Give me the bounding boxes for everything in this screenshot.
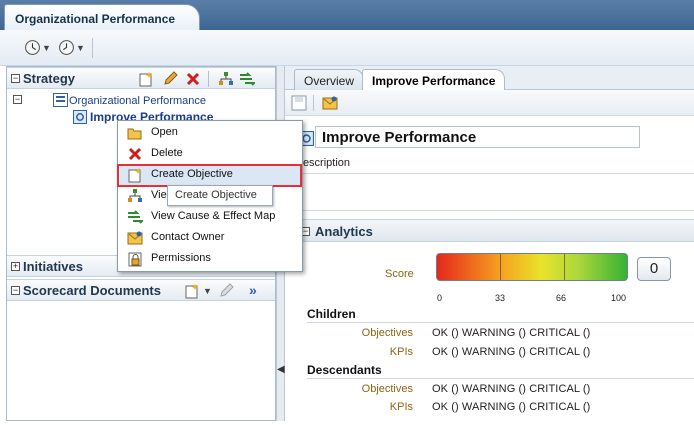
main-toolbar: ▼ ▼ — [0, 30, 694, 66]
objective-icon — [73, 110, 87, 124]
strategy-tree-icon — [128, 189, 142, 202]
chevron-down-icon[interactable]: ▼ — [203, 286, 212, 296]
contact-owner-icon — [127, 231, 143, 245]
title-tab[interactable]: Organizational Performance — [4, 4, 200, 30]
scorecard-icon — [53, 93, 68, 107]
expand-icon[interactable]: + — [11, 262, 20, 271]
tab-improve-performance[interactable]: Improve Performance — [362, 69, 506, 91]
strategy-header-label: Strategy — [23, 71, 76, 86]
gauge-scale-label: 33 — [495, 293, 506, 303]
menu-item-contact-owner[interactable]: Contact Owner — [120, 227, 300, 248]
descendants-objectives-status: OK () WARNING () CRITICAL () — [432, 383, 591, 395]
analytics-section-header[interactable]: − Analytics — [299, 219, 694, 242]
new-document-icon[interactable] — [184, 283, 200, 299]
tree-collapse-icon[interactable]: − — [13, 95, 22, 104]
edit-pencil-icon[interactable] — [162, 71, 178, 87]
cause-effect-map-icon[interactable] — [239, 71, 255, 87]
create-objective-icon[interactable] — [138, 71, 154, 87]
children-objectives-status: OK () WARNING () CRITICAL () — [432, 327, 591, 339]
strategy-section-header[interactable]: − Strategy — [7, 67, 275, 89]
menu-item-open[interactable]: Open — [120, 122, 300, 143]
objective-name-field[interactable]: Improve Performance — [315, 126, 640, 148]
descendants-kpis-label: KPIs — [389, 401, 413, 413]
descendants-kpis-status: OK () WARNING () CRITICAL () — [432, 401, 591, 413]
descendants-objectives-label: Objectives — [361, 383, 413, 395]
document-tabs: Overview Improve Performance — [285, 66, 694, 91]
menu-item-permissions[interactable]: Permissions — [120, 248, 300, 269]
menu-item-delete[interactable]: Delete — [120, 143, 300, 164]
tooltip: Create Objective — [167, 185, 273, 206]
strategy-tree-icon[interactable] — [218, 71, 234, 87]
permissions-icon — [128, 252, 142, 267]
menu-item-view-cause-effect-map[interactable]: View Cause & Effect Map — [120, 206, 300, 227]
gauge-scale-label: 0 — [437, 293, 443, 303]
save-icon[interactable] — [291, 95, 307, 111]
highlight-frame — [117, 164, 302, 187]
scorecard-documents-header-label: Scorecard Documents — [23, 283, 161, 298]
clock-forward-icon[interactable] — [58, 39, 75, 56]
collapse-icon[interactable]: − — [11, 286, 20, 295]
expand-menu-button[interactable]: » — [249, 282, 257, 298]
children-kpis-label: KPIs — [389, 346, 413, 358]
descendants-header: Descendants — [307, 363, 382, 377]
toolbar-divider — [92, 38, 93, 58]
score-label: Score — [385, 268, 414, 280]
scorecard-documents-section-header[interactable]: − Scorecard Documents ▼ » — [7, 279, 275, 301]
collapse-arrow-icon[interactable]: ◀ — [277, 364, 285, 375]
description-label: Description — [295, 157, 351, 169]
score-value: 0 — [637, 257, 671, 281]
contact-owner-icon[interactable] — [322, 95, 338, 111]
open-folder-icon — [127, 128, 142, 140]
gauge-scale-label: 66 — [556, 293, 567, 303]
gauge-scale-label: 100 — [611, 293, 627, 303]
collapse-icon[interactable]: − — [11, 74, 20, 83]
children-objectives-label: Objectives — [361, 327, 413, 339]
window-title-bar: Organizational Performance — [0, 0, 694, 30]
clock-back-icon[interactable] — [24, 39, 41, 56]
tab-overview[interactable]: Overview — [294, 69, 365, 90]
delete-x-icon[interactable] — [185, 71, 201, 87]
right-panel: Overview Improve Performance Improve Per… — [285, 66, 694, 425]
tree-item-organizational-performance[interactable]: Organizational Performance — [69, 95, 206, 107]
children-header: Children — [307, 307, 356, 321]
analytics-header-label: Analytics — [315, 224, 373, 239]
edit-pencil-icon[interactable] — [218, 283, 234, 299]
cause-effect-map-icon — [128, 210, 143, 224]
initiatives-header-label: Initiatives — [23, 259, 83, 274]
score-gauge — [436, 253, 628, 281]
document-toolbar — [285, 90, 694, 116]
description-field[interactable] — [299, 173, 694, 211]
chevron-down-icon[interactable]: ▼ — [76, 43, 85, 53]
delete-x-icon — [128, 147, 142, 161]
children-kpis-status: OK () WARNING () CRITICAL () — [432, 346, 591, 358]
chevron-down-icon[interactable]: ▼ — [42, 43, 51, 53]
